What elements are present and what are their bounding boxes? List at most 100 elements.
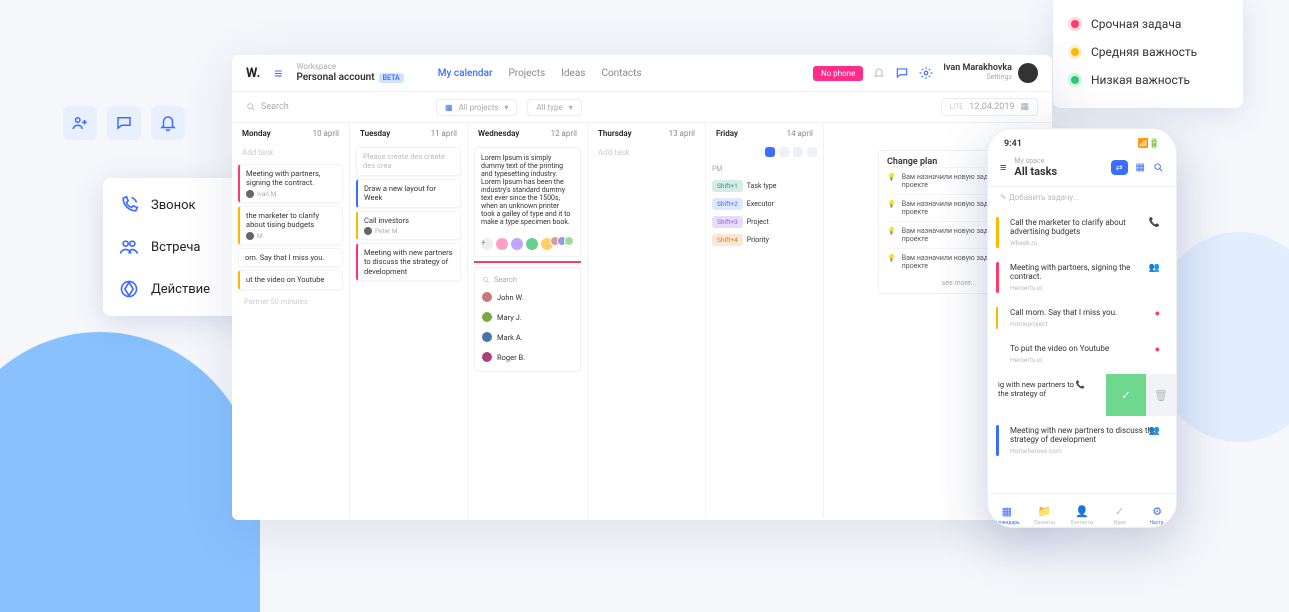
task-meta: Ivan M.: [257, 190, 278, 198]
tab-settings[interactable]: ⚙Настр.: [1151, 505, 1163, 517]
col-wed-date: 12 april: [551, 129, 577, 138]
col-mon-date: 10 april: [313, 129, 339, 138]
add-icon[interactable]: +: [481, 238, 493, 250]
phone-menu-icon[interactable]: ≡: [1000, 161, 1006, 174]
brand-logo[interactable]: W.: [246, 66, 260, 81]
phone-add-task[interactable]: ✎ Добавить задачу...: [988, 187, 1176, 208]
phone-task[interactable]: Call mom. Say that I miss you. ● Homepro…: [996, 302, 1168, 334]
avatar: [1018, 63, 1038, 83]
nav-my-calendar[interactable]: My calendar: [438, 68, 493, 79]
task-card[interactable]: Meeting with partners, signing the contr…: [238, 164, 343, 203]
shortcut-row[interactable]: Shift+1Task type: [712, 177, 817, 195]
view-toggle[interactable]: [793, 147, 803, 157]
header-gear-icon[interactable]: [919, 66, 933, 80]
person-name: John W.: [497, 293, 524, 302]
task-text: Meeting with new partners to discuss the…: [364, 248, 454, 276]
shortcut-chip: Shift+2: [712, 198, 743, 210]
menu-meeting-label: Встреча: [151, 240, 201, 255]
task-card[interactable]: the marketer to clarify about tising bud…: [238, 206, 343, 245]
add-task-thu[interactable]: Add task: [588, 144, 705, 161]
tab-calendar[interactable]: ▦Календарь: [1001, 505, 1013, 517]
nav-ideas[interactable]: Ideas: [561, 68, 585, 79]
bell-icon[interactable]: [151, 106, 185, 140]
phone-filter-icon[interactable]: ▦: [1136, 162, 1145, 173]
action-icon: [119, 279, 139, 299]
nav-projects[interactable]: Projects: [509, 68, 546, 79]
priority-stripe: [996, 425, 999, 456]
task-text: Draw a new layout for Week: [364, 184, 454, 203]
phone-task[interactable]: Meeting with partners, signing the contr…: [996, 257, 1168, 298]
menu-icon[interactable]: ≡: [274, 65, 282, 82]
view-toggle[interactable]: [765, 147, 775, 157]
phone-task-text: the strategy of: [998, 389, 1096, 398]
search-input[interactable]: Search: [246, 102, 346, 112]
user-menu[interactable]: Ivan Marakhovka Settings: [943, 63, 1038, 83]
date-picker[interactable]: LITE 12.04.2019 ▦: [941, 98, 1038, 116]
person-row[interactable]: Mark A.: [479, 327, 576, 347]
task-card[interactable]: ut the video on Youtube: [238, 270, 343, 289]
phone-statusbar: 9:41 📶🔋: [988, 129, 1176, 153]
shortcut-chip: Shift+4: [712, 234, 743, 246]
phone-task[interactable]: Meeting with new partners to discuss the…: [996, 420, 1168, 461]
color-dot-icon[interactable]: [511, 238, 523, 250]
color-dot-icon[interactable]: [526, 238, 538, 250]
task-card[interactable]: Call investors Peter M.: [356, 211, 461, 241]
person-row[interactable]: John W.: [479, 287, 576, 307]
task-card[interactable]: Draw a new layout for Week: [356, 179, 461, 208]
legend-urgent: Срочная задача: [1071, 10, 1225, 38]
tab-ideas[interactable]: ✓Идеи: [1114, 505, 1126, 517]
column-monday: Monday10 april Add task Meeting with par…: [232, 123, 350, 518]
add-task-mon[interactable]: Add task: [232, 144, 349, 161]
phone-search-icon[interactable]: [1153, 162, 1164, 173]
task-meta: Peter M.: [375, 227, 399, 235]
chat-icon[interactable]: [107, 106, 141, 140]
nav-contacts[interactable]: Contacts: [601, 68, 641, 79]
avatar-icon: [482, 312, 492, 322]
avatar-icon: [564, 236, 574, 246]
change-plan-title: Change plan: [887, 157, 937, 167]
person-row[interactable]: Roger B.: [479, 347, 576, 367]
bulb-icon: 💡: [887, 173, 896, 181]
filter-type[interactable]: All type ▾: [527, 99, 581, 116]
task-card[interactable]: Meeting with new partners to discuss the…: [356, 243, 461, 281]
no-phone-badge[interactable]: No phone: [813, 66, 863, 81]
shortcut-row[interactable]: Shift+2Executor: [712, 195, 817, 213]
phone-swipe-task[interactable]: ig with new partners to 📞 the strategy o…: [988, 374, 1176, 416]
legend-urgent-label: Срочная задача: [1091, 17, 1181, 31]
phone-toggle-button[interactable]: ⇄: [1111, 160, 1128, 175]
phone-task-source: Heroerts.io: [1004, 284, 1160, 292]
phone-icon: [119, 195, 139, 215]
phone-task[interactable]: Call the marketer to clarify about adver…: [996, 212, 1168, 253]
filter-projects[interactable]: ▦ All projects ▾: [436, 99, 517, 116]
workspace-name: Personal account: [296, 72, 374, 83]
app-header: W. ≡ Workspace Personal accountBETA My c…: [232, 55, 1052, 92]
view-toggle[interactable]: [779, 147, 789, 157]
popup-search-input[interactable]: Search: [479, 272, 576, 287]
view-toggle[interactable]: [807, 147, 817, 157]
workspace-selector[interactable]: Workspace Personal accountBETA: [296, 63, 403, 83]
avatar-icon: [482, 292, 492, 302]
signal-icon: 📶🔋: [1138, 139, 1160, 149]
swipe-delete-button[interactable]: 🗑: [1146, 374, 1176, 416]
swipe-complete-button[interactable]: ✓: [1106, 374, 1146, 416]
phone-task[interactable]: To put the video on Youtube ● Heroerts.i…: [996, 338, 1168, 370]
shortcut-row[interactable]: Shift+3Project: [712, 213, 817, 231]
legend-medium: Средняя важность: [1071, 38, 1225, 66]
phone-call-icon: 📞: [1149, 218, 1160, 228]
tab-projects[interactable]: 📁Проекты: [1038, 505, 1050, 517]
header-bell-icon[interactable]: [873, 67, 885, 79]
avatar-icon: [364, 227, 372, 235]
task-card-expanded[interactable]: Lorem Ipsum is simply dummy text of the …: [474, 147, 581, 257]
task-card[interactable]: om. Say that I miss you.: [238, 248, 343, 267]
person-row[interactable]: Mary J.: [479, 307, 576, 327]
calendar-icon: ▦: [1020, 102, 1029, 112]
bulb-icon: 💡: [887, 200, 896, 208]
task-card[interactable]: Please create des create des crea: [356, 147, 461, 176]
shortcut-row[interactable]: Shift+4Priority: [712, 231, 817, 249]
header-chat-icon[interactable]: [895, 66, 909, 80]
phone-task-text: Meeting with new partners to discuss the…: [1004, 426, 1160, 444]
priority-stripe: [996, 217, 999, 248]
color-dot-icon[interactable]: [496, 238, 508, 250]
add-user-icon[interactable]: [63, 106, 97, 140]
tab-contacts[interactable]: 👤Контакты: [1076, 505, 1088, 517]
